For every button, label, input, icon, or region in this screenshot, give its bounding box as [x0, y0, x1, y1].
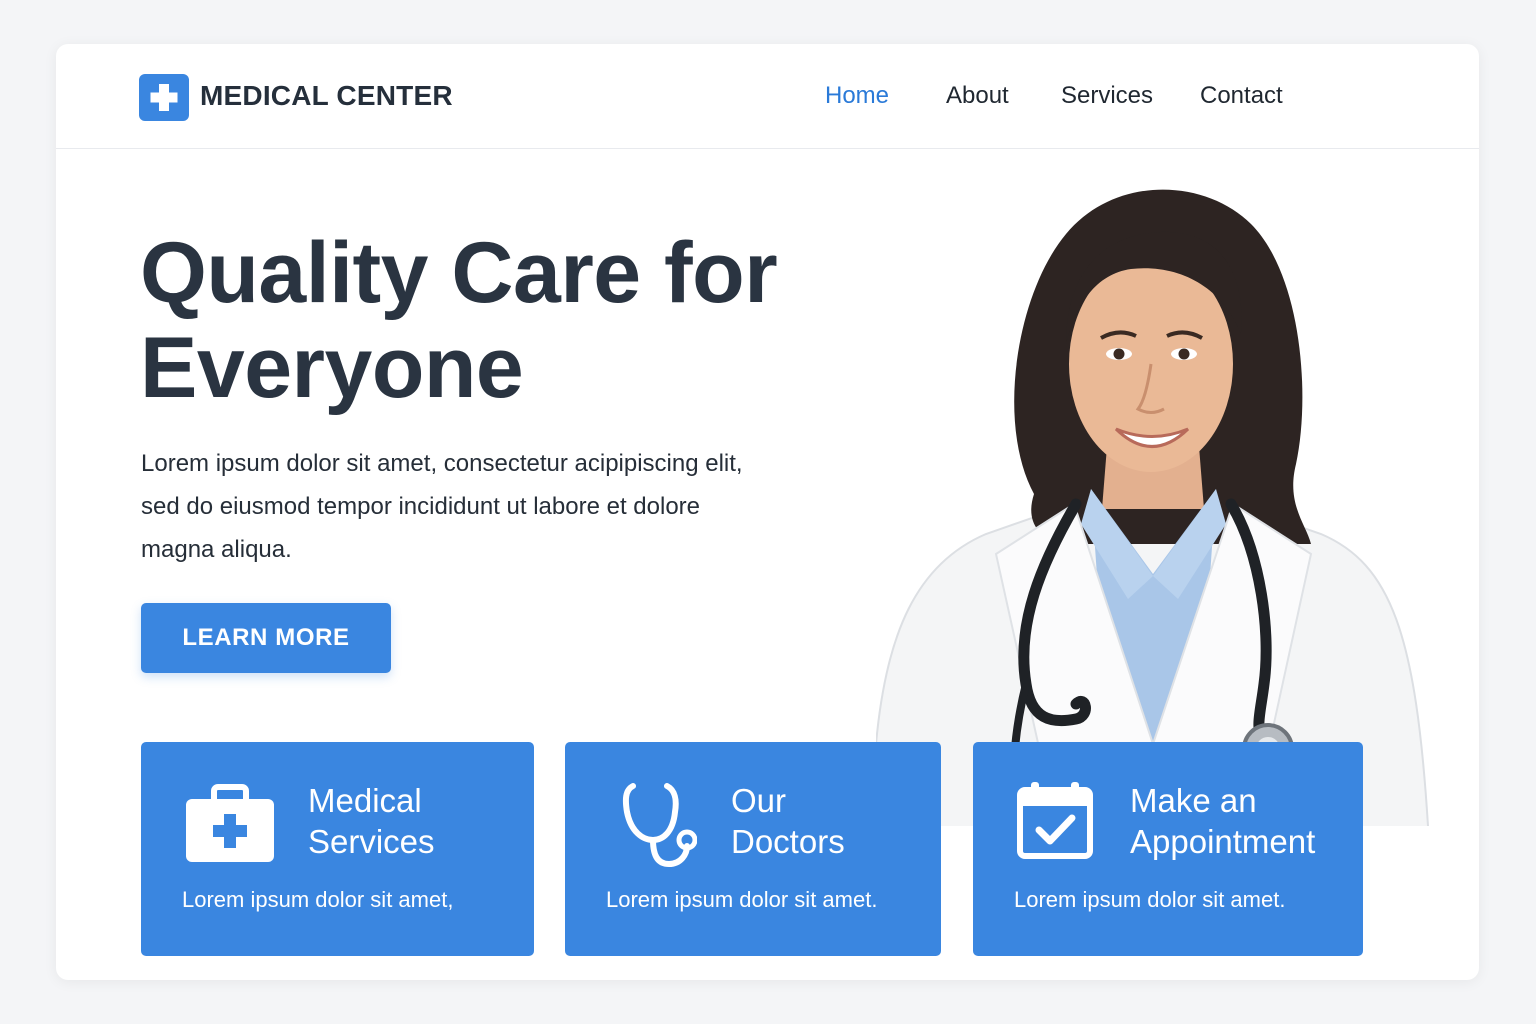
nav-about-link[interactable]: About — [946, 82, 1009, 110]
feature-title: Our Doctors — [731, 780, 845, 862]
first-aid-kit-icon — [186, 784, 274, 862]
learn-more-button[interactable]: LEARN MORE — [141, 603, 391, 673]
hero-title-line-1: Quality Care for — [140, 225, 778, 321]
hero-description-line-2: sed do eiusmod tempor incididunt ut labo… — [141, 493, 701, 520]
stethoscope-icon — [622, 783, 697, 868]
feature-description: Lorem ipsum dolor sit amet. — [1014, 887, 1286, 912]
hero-title: Quality Care for Everyone — [140, 226, 860, 416]
hero-description-line-3: magna aliqua. — [141, 536, 292, 563]
feature-title: Make an Appointment — [1130, 780, 1315, 862]
hero-description: Lorem ipsum dolor sit amet, consectetur … — [141, 442, 811, 571]
feature-title-line-2: Doctors — [731, 823, 845, 860]
brand-name[interactable]: MEDICAL CENTER — [200, 80, 453, 112]
nav-home-link[interactable]: Home — [825, 82, 889, 110]
page-card: MEDICAL CENTER Home About Services Conta… — [56, 44, 1479, 980]
top-navbar: MEDICAL CENTER Home About Services Conta… — [56, 44, 1479, 149]
calendar-check-icon — [1017, 782, 1093, 859]
feature-card-medical-services[interactable]: Medical Services Lorem ipsum dolor sit a… — [141, 742, 534, 956]
nav-services-link[interactable]: Services — [1061, 82, 1153, 110]
feature-title-line-1: Medical — [308, 782, 422, 819]
feature-description: Lorem ipsum dolor sit amet. — [606, 887, 878, 912]
feature-title-line-2: Appointment — [1130, 823, 1316, 860]
feature-title: Medical Services — [308, 780, 435, 862]
feature-description: Lorem ipsum dolor sit amet, — [182, 887, 454, 912]
feature-card-our-doctors[interactable]: Our Doctors Lorem ipsum dolor sit amet. — [565, 742, 941, 956]
cross-icon — [150, 84, 178, 111]
feature-card-make-appointment[interactable]: Make an Appointment Lorem ipsum dolor si… — [973, 742, 1363, 956]
logo[interactable] — [139, 74, 189, 121]
doctor-photo — [876, 189, 1429, 826]
feature-title-line-2: Services — [308, 823, 435, 860]
nav-contact-link[interactable]: Contact — [1200, 82, 1283, 110]
feature-title-line-1: Make an — [1130, 782, 1257, 819]
hero-title-line-2: Everyone — [140, 320, 524, 416]
hero-description-line-1: Lorem ipsum dolor sit amet, consectetur … — [141, 450, 743, 477]
feature-title-line-1: Our — [731, 782, 787, 819]
